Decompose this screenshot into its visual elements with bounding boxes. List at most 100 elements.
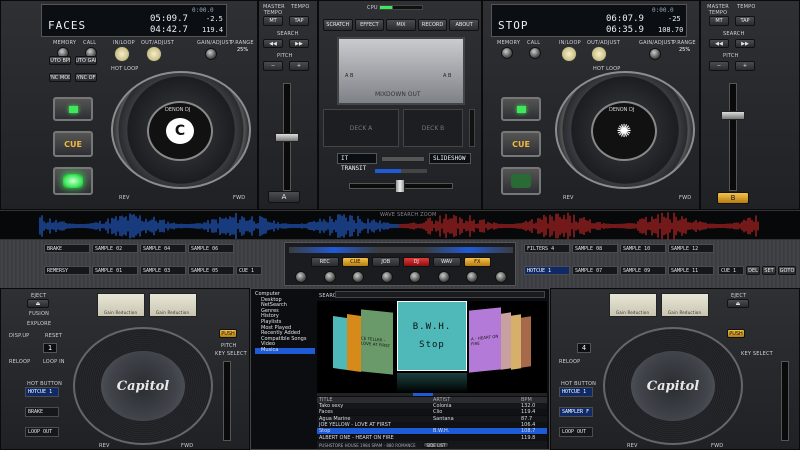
cue-a-display[interactable]: CUE 1 — [236, 266, 262, 275]
mixer-wav-button[interactable]: WAV — [433, 257, 461, 267]
deck-b-mt-button[interactable]: MT — [709, 16, 729, 26]
sampler-left-top-1[interactable]: SAMPLE 02 — [92, 244, 138, 253]
deck-a-autobpm-button[interactable]: AUTO BPM — [49, 56, 71, 65]
slideshow-display[interactable]: SLIDESHOW — [429, 153, 471, 164]
cover-right-1[interactable]: A - HEART ON FIRE — [469, 307, 501, 373]
mixer-knob-2[interactable] — [323, 271, 336, 283]
tt-a-brake-button[interactable]: BRAKE — [25, 407, 59, 417]
table-row[interactable]: Agua Marine Santana 87.7 — [317, 415, 547, 422]
deck-a-play-button[interactable] — [53, 167, 93, 195]
waveform-bar[interactable]: WAVE SEARCH ZOOM — [0, 210, 800, 240]
tt-b-push-button[interactable]: PUSH — [727, 329, 745, 338]
sampler-right-bottom-0[interactable]: HOTCUE 1 — [524, 266, 570, 275]
mixer-cue-button[interactable]: CUE — [341, 257, 369, 267]
deck-b-call-knob[interactable] — [529, 47, 541, 59]
cover-right-3[interactable] — [511, 314, 521, 370]
video-fader[interactable] — [469, 109, 475, 147]
sampler-right-top-2[interactable]: SAMPLE 10 — [620, 244, 666, 253]
mixer-knob-8[interactable] — [494, 271, 507, 283]
sampler-left-bottom-1[interactable]: SAMPLE 01 — [92, 266, 138, 275]
tab-scratch[interactable]: SCRATCH — [323, 19, 353, 31]
cover-right-2[interactable] — [501, 312, 511, 370]
mixer-dj-button[interactable]: DJ — [402, 257, 430, 267]
mixer-knob-7[interactable] — [466, 271, 479, 283]
deck-b-inloop-button[interactable] — [561, 46, 577, 62]
deck-b-search-fwd[interactable]: ▶▶ — [735, 39, 755, 48]
deck-a-pitch-plus[interactable]: + — [289, 61, 309, 71]
deck-a-search-fwd[interactable]: ▶▶ — [289, 39, 309, 48]
cover-scrollbar[interactable] — [317, 393, 547, 396]
mixer-knob-5[interactable] — [409, 271, 422, 283]
tt-a-hotcue-button[interactable]: HOTCUE 1 — [25, 387, 59, 397]
deck-a-gain-knob[interactable] — [205, 48, 217, 60]
tt-a-loopout-button[interactable]: LOOP OUT — [25, 427, 59, 437]
deck-a-play-small-button[interactable] — [53, 97, 93, 121]
deck-b-video-area[interactable]: DECK B — [403, 109, 463, 147]
deck-a-pitch-minus[interactable]: − — [263, 61, 283, 71]
cover-right-4[interactable] — [521, 316, 531, 368]
deck-a-inloop-button[interactable] — [114, 46, 130, 62]
mixer-knob-4[interactable] — [380, 271, 393, 283]
cover-left-3[interactable]: CE TELLER - LOVE AT FIRST — [361, 309, 393, 375]
table-row[interactable]: Tako sexy Colonia 132.0 — [317, 403, 547, 409]
deck-a-pitch-slider-handle[interactable] — [275, 133, 299, 142]
table-row[interactable]: JOE YELLOW - LOVE AT FIRST 106.4 — [317, 421, 547, 428]
table-row[interactable]: ALBERT ONE - HEART ON FIRE 119.8 — [317, 434, 547, 441]
deck-b-play-small-button[interactable] — [501, 97, 541, 121]
deck-b-pitch-slider-track[interactable] — [729, 83, 737, 191]
cover-left-1[interactable] — [333, 316, 347, 370]
mixer-fx-button[interactable]: FX — [463, 257, 491, 267]
tt-b-pitch-fader[interactable] — [781, 361, 789, 441]
tab-mix[interactable]: MIX — [386, 19, 416, 31]
deck-a-outadjust-button[interactable] — [146, 46, 162, 62]
mixer-job-button[interactable]: JOB — [372, 257, 400, 267]
sampler-left-top-0[interactable]: BRAKE — [44, 244, 90, 253]
deck-a-syncmode-button[interactable]: SYNC MODE — [49, 73, 71, 82]
sampler-right-top-0[interactable]: FILTERS 4 — [524, 244, 570, 253]
deck-a-tap-button[interactable]: TAP — [289, 16, 309, 26]
sampler-left-bottom-0[interactable]: REMERSY — [44, 266, 90, 275]
sampler-del-button[interactable]: DEL — [746, 266, 760, 275]
deck-b-tap-button[interactable]: TAP — [735, 16, 755, 26]
mixer-knob-1[interactable] — [295, 271, 307, 283]
deck-b-cue-button[interactable]: CUE — [501, 131, 541, 157]
deck-b-pitch-minus[interactable]: − — [709, 61, 729, 71]
tab-about[interactable]: ABOUT — [449, 19, 479, 31]
cue-b-display[interactable]: CUE 1 — [718, 266, 744, 275]
tt-b-sampler-button[interactable]: SAMPLER F — [559, 407, 593, 417]
deck-b-gain-knob[interactable] — [649, 48, 661, 60]
sampler-right-bottom-2[interactable]: SAMPLE 09 — [620, 266, 666, 275]
deck-b-play-button[interactable] — [501, 167, 541, 195]
screen-deck-a-toggle[interactable]: A B — [345, 73, 353, 79]
mixer-rec-button[interactable]: REC — [311, 257, 339, 267]
video-crossfader[interactable] — [381, 156, 425, 162]
deck-b-memory-knob[interactable] — [501, 47, 513, 59]
tt-b-eject-button[interactable]: ⏏ — [727, 299, 749, 308]
deck-a-mt-button[interactable]: MT — [263, 16, 283, 26]
tt-a-push-button[interactable]: PUSH — [219, 329, 237, 338]
cover-flow[interactable]: CE TELLER - LOVE AT FIRST B.W.H. Stop A … — [317, 301, 547, 393]
sampler-right-bottom-3[interactable]: SAMPLE 11 — [668, 266, 714, 275]
main-crossfader-handle[interactable] — [395, 179, 405, 193]
table-row[interactable]: Faces Clio 119.4 — [317, 409, 547, 416]
sampler-left-bottom-2[interactable]: SAMPLE 03 — [140, 266, 186, 275]
deck-a-autogain-button[interactable]: AUTO GAIN — [75, 56, 97, 65]
tab-record[interactable]: RECORD — [417, 19, 448, 31]
screen-deck-b-toggle[interactable]: A B — [443, 73, 451, 79]
sampler-left-top-2[interactable]: SAMPLE 04 — [140, 244, 186, 253]
folder-item[interactable]: Musica — [255, 347, 315, 354]
sampler-set-button[interactable]: SET — [762, 266, 776, 275]
mixer-knob-6[interactable] — [437, 271, 450, 283]
deck-a-search-back[interactable]: ◀◀ — [263, 39, 283, 48]
side-list-button[interactable]: SIDE LIST — [423, 442, 449, 448]
tab-effect[interactable]: EFFECT — [354, 19, 385, 31]
sampler-left-top-3[interactable]: SAMPLE 06 — [188, 244, 234, 253]
deck-b-pitch-slider-handle[interactable] — [721, 111, 745, 120]
cover-center[interactable]: B.W.H. Stop — [397, 301, 467, 371]
deck-a-syncoff-button[interactable]: SYNC OFF — [75, 73, 97, 82]
deck-a-select-button[interactable]: A — [268, 191, 300, 203]
transition-display[interactable]: IT TRANSIT — [337, 153, 377, 172]
deck-a-video-area[interactable]: DECK A — [323, 109, 399, 147]
tt-a-pitch-fader[interactable] — [223, 361, 231, 441]
sampler-goto-button[interactable]: GOTO — [778, 266, 796, 275]
